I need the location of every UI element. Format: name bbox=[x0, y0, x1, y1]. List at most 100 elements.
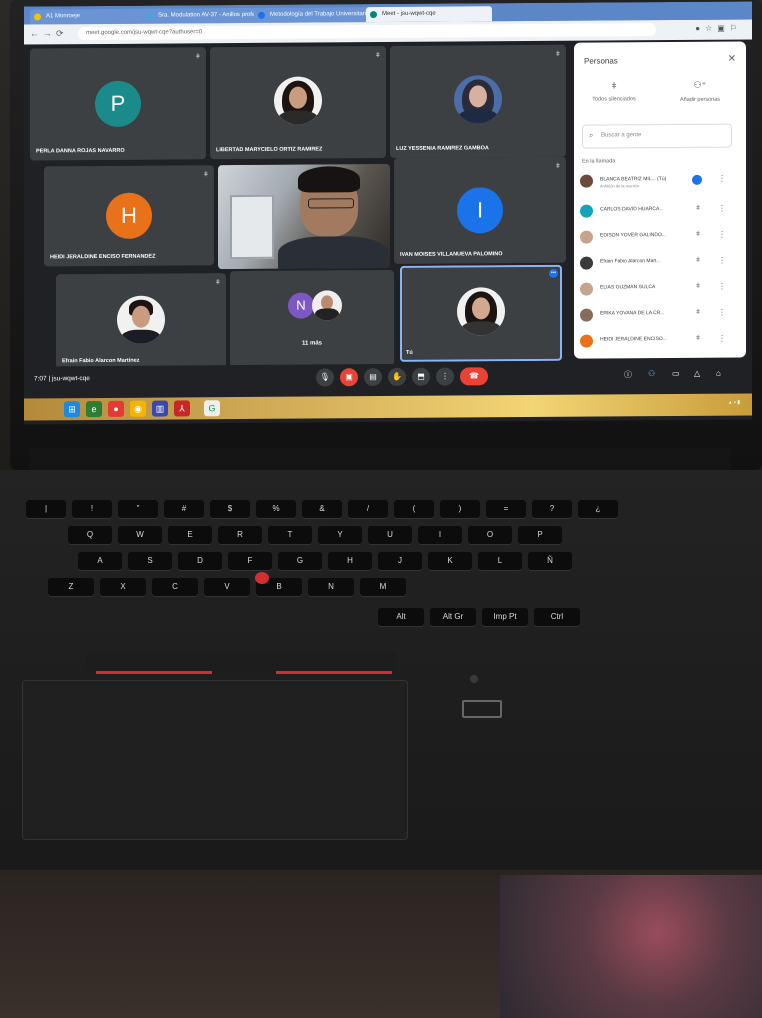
keyboard-key[interactable]: Imp Pt bbox=[482, 608, 528, 626]
participant-tile[interactable]: ǂ LIBERTAD MARYCIELO ORTIZ RAMIREZ bbox=[210, 46, 386, 160]
keyboard-key[interactable]: / bbox=[348, 500, 388, 518]
trackpad-buttons[interactable] bbox=[86, 652, 396, 674]
keyboard-key[interactable]: C bbox=[152, 578, 198, 596]
person-row[interactable]: ELIAS GUZMAN SULCA ǂ ⋮ bbox=[580, 278, 740, 301]
participant-tile[interactable]: P ǂ PERLA DANNA ROJAS NAVARRO bbox=[30, 47, 206, 161]
keyboard-key[interactable]: L bbox=[478, 552, 522, 570]
browser-extension-icons[interactable]: ●☆▣⚐ bbox=[695, 24, 742, 33]
keyboard-key[interactable]: T bbox=[268, 526, 312, 544]
keyboard-key[interactable]: K bbox=[428, 552, 472, 570]
app-icon[interactable]: ● bbox=[108, 400, 124, 417]
person-row[interactable]: ERIKA YOVANA DE LA CR... ǂ ⋮ bbox=[580, 304, 740, 327]
keyboard-key[interactable]: ! bbox=[72, 500, 112, 518]
keyboard-key[interactable]: F bbox=[228, 552, 272, 570]
nav-buttons[interactable]: ←→⟳ bbox=[30, 28, 68, 39]
keyboard-key[interactable]: X bbox=[100, 578, 146, 596]
person-row[interactable]: CARLOS DAVID HUARCA... ǂ ⋮ bbox=[580, 200, 740, 223]
browser-tab[interactable]: Sra. Modulation AV-37 - Anillos profesor bbox=[142, 7, 268, 24]
camera-off-button[interactable]: ▣ bbox=[340, 368, 358, 387]
more-vert-icon[interactable]: ⋮ bbox=[718, 308, 726, 317]
chat-icon[interactable]: ▭ bbox=[672, 369, 680, 378]
keyboard-key[interactable]: Alt Gr bbox=[430, 608, 476, 626]
keyboard-key[interactable]: E bbox=[168, 526, 212, 544]
info-icon[interactable]: ⓘ bbox=[624, 369, 632, 380]
more-participants-tile[interactable]: N 11 más bbox=[230, 269, 394, 368]
mic-button[interactable]: 🎙 bbox=[316, 368, 334, 387]
chrome-icon[interactable]: ◉ bbox=[130, 400, 146, 417]
keyboard-key[interactable]: S bbox=[128, 552, 172, 570]
participant-tile[interactable]: H ǂ HEIDI JERALDINE ENCISO FERNANDEZ bbox=[44, 165, 214, 267]
pdf-icon[interactable]: ⅄ bbox=[174, 400, 190, 417]
leave-call-button[interactable]: ☎ bbox=[460, 367, 488, 386]
touchpad[interactable] bbox=[22, 680, 408, 840]
keyboard-key[interactable]: Alt bbox=[378, 608, 424, 626]
chrome-window-icon[interactable]: G bbox=[204, 400, 220, 417]
keyboard-key[interactable]: ? bbox=[532, 500, 572, 518]
activities-icon[interactable]: △ bbox=[694, 369, 700, 378]
mic-off-icon: ǂ bbox=[696, 282, 701, 290]
keyboard-key[interactable]: D bbox=[178, 552, 222, 570]
browser-tab[interactable]: Metodología del Trabajo Universitario bbox=[254, 7, 380, 23]
more-vert-icon[interactable]: ⋮ bbox=[718, 174, 726, 183]
lock-icon[interactable]: ⌂ bbox=[716, 369, 721, 378]
windows-start-icon[interactable]: ⊞ bbox=[64, 401, 80, 418]
keyboard-key[interactable]: = bbox=[486, 500, 526, 518]
folder-icon[interactable]: ▥ bbox=[152, 400, 168, 417]
keyboard-key[interactable]: J bbox=[378, 552, 422, 570]
more-vert-icon[interactable]: ⋮ bbox=[718, 256, 726, 265]
person-row[interactable]: HEIDI JERALDINE ENCISO... ǂ ⋮ bbox=[580, 330, 740, 353]
keyboard-key[interactable]: Y bbox=[318, 526, 362, 544]
browser-tab-active[interactable]: Meet - jsu-wqwt-cqe bbox=[366, 6, 492, 23]
close-icon[interactable]: ✕ bbox=[728, 54, 736, 65]
captions-button[interactable]: ▤ bbox=[364, 368, 382, 387]
keyboard-key[interactable]: N bbox=[308, 578, 354, 596]
raise-hand-button[interactable]: ✋ bbox=[388, 367, 406, 386]
keyboard-key[interactable]: | bbox=[26, 500, 66, 518]
keyboard-key[interactable]: P bbox=[518, 526, 562, 544]
keyboard-key[interactable]: ¿ bbox=[578, 500, 618, 518]
keyboard-key[interactable]: A bbox=[78, 552, 122, 570]
keyboard-key[interactable]: Z bbox=[48, 578, 94, 596]
explorer-icon[interactable]: e bbox=[86, 400, 102, 418]
keyboard-key[interactable]: Ñ bbox=[528, 552, 572, 570]
person-row[interactable]: BLANCA BEATRIZ MIL... (Tú) Anfitrión de … bbox=[580, 170, 740, 193]
person-row[interactable]: Efrain Fabio Alarcon Mart... ǂ ⋮ bbox=[580, 252, 740, 275]
more-vert-icon[interactable]: ⋮ bbox=[718, 204, 726, 213]
more-vert-icon[interactable]: ⋮ bbox=[718, 230, 726, 239]
keyboard-key[interactable]: U bbox=[368, 526, 412, 544]
keyboard-key[interactable]: I bbox=[418, 526, 462, 544]
more-options-button[interactable]: ⋮ bbox=[436, 367, 454, 386]
keyboard-key[interactable]: Q bbox=[68, 526, 112, 544]
self-view-tile[interactable]: ••• Tú bbox=[400, 264, 562, 362]
people-icon[interactable]: ⚇ bbox=[648, 369, 655, 378]
participant-tile[interactable]: I ǂ IVAN MOISES VILLANUEVA PALOMINO bbox=[394, 156, 566, 264]
mute-all-button[interactable]: ǂ Todos silenciados bbox=[574, 80, 654, 103]
keyboard-key[interactable]: $ bbox=[210, 500, 250, 518]
keyboard-key[interactable]: # bbox=[164, 500, 204, 518]
url-field[interactable]: meet.google.com/jsu-wqwt-cqe?authuser=0 bbox=[78, 23, 656, 41]
keyboard-key[interactable]: & bbox=[302, 500, 342, 518]
keyboard-key[interactable]: W bbox=[118, 526, 162, 544]
keyboard-key[interactable]: ( bbox=[394, 500, 434, 518]
keyboard-key[interactable]: ) bbox=[440, 500, 480, 518]
participant-tile[interactable]: ǂ LUZ YESSENIA RAMIREZ GAMBOA bbox=[390, 44, 566, 158]
keyboard-key[interactable]: R bbox=[218, 526, 262, 544]
keyboard-key[interactable]: V bbox=[204, 578, 250, 596]
people-search-input[interactable]: ⌕ Buscar a gente bbox=[582, 123, 732, 149]
present-button[interactable]: ⬒ bbox=[412, 367, 430, 386]
add-people-button[interactable]: ⚇⁺ Añadir personas bbox=[660, 80, 740, 104]
keyboard-key[interactable]: " bbox=[118, 500, 158, 518]
more-vert-icon[interactable]: ⋮ bbox=[718, 334, 726, 343]
keyboard-key[interactable]: O bbox=[468, 526, 512, 544]
keyboard-key[interactable]: G bbox=[278, 552, 322, 570]
keyboard-key[interactable]: Ctrl bbox=[534, 608, 580, 626]
trackpoint[interactable] bbox=[255, 572, 269, 584]
person-row[interactable]: EDISON YOVER GALINDO... ǂ ⋮ bbox=[580, 226, 740, 249]
participant-tile[interactable]: ǂ Efrain Fabio Alarcon Martinez bbox=[56, 273, 226, 371]
more-vert-icon[interactable]: ⋮ bbox=[718, 282, 726, 291]
keyboard-key[interactable]: H bbox=[328, 552, 372, 570]
keyboard-key[interactable]: M bbox=[360, 578, 406, 596]
browser-tab[interactable]: A1 Monroeje bbox=[30, 8, 156, 25]
participant-video-tile[interactable] bbox=[218, 163, 390, 270]
keyboard-key[interactable]: % bbox=[256, 500, 296, 518]
